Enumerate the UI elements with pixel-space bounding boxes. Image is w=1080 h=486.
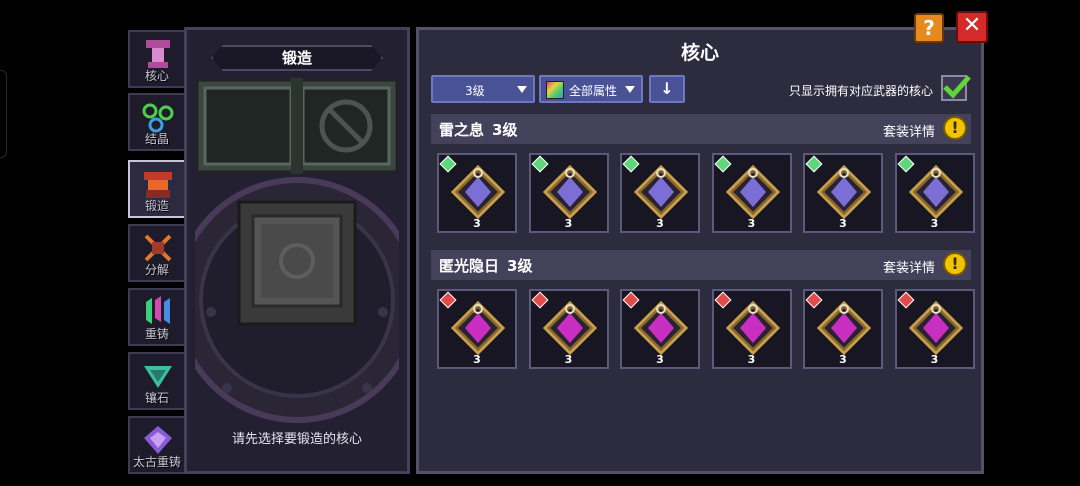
core-item-level: 3 (747, 353, 756, 366)
all-attributes-icon (546, 81, 564, 99)
decompose-tab-icon (144, 234, 172, 262)
core-emblem-icon (908, 164, 963, 220)
core-panel-title: 核心 (680, 42, 719, 64)
owned-weapon-filter-label: 只显示拥有对应武器的核心 (788, 84, 933, 98)
core-item-slot[interactable]: 3 (803, 153, 883, 233)
core-item-level: 3 (473, 217, 481, 230)
core-item-level: 3 (656, 353, 664, 366)
core-item-slot[interactable]: 3 (894, 153, 975, 233)
forge-title: 锻造 (281, 49, 312, 67)
level-filter-dropdown[interactable]: 3级 (431, 75, 535, 103)
owned-weapon-filter-checkbox[interactable] (941, 75, 971, 101)
core-item-slot[interactable]: 3 (620, 153, 700, 233)
recast-tab-icon (146, 296, 170, 324)
core-item-level: 3 (747, 217, 756, 230)
core-item-slot[interactable]: 3 (894, 289, 975, 369)
core-item-level: 3 (656, 217, 664, 230)
sort-order-button[interactable]: ↓ (649, 75, 685, 103)
core-item-level: 3 (839, 217, 847, 230)
core-emblem-icon (908, 300, 963, 356)
tab-label: 锻造 (144, 199, 169, 213)
set-details-link[interactable]: 套装详情 (883, 257, 935, 276)
tab-recast[interactable]: 重铸 (128, 288, 186, 346)
tab-ancient-recast[interactable]: 太古重铸 (128, 416, 186, 474)
chevron-down-icon (517, 86, 527, 93)
set-header-hidden-sun: 匿光隐日 3级 套装详情 ! (431, 250, 971, 280)
set-level: 3级 (507, 257, 533, 275)
exclamation-icon[interactable]: ! (943, 116, 967, 140)
core-item-slot[interactable]: 3 (528, 153, 609, 233)
set-details-link[interactable]: 套装详情 (883, 121, 935, 140)
forge-machine-illustration (195, 78, 399, 423)
close-button[interactable]: ✕ (956, 11, 988, 43)
core-item-level: 3 (473, 353, 481, 366)
core-emblem-icon (542, 300, 597, 356)
forge-tab-icon (144, 172, 172, 198)
core-emblem-icon (450, 164, 506, 220)
core-item-slot[interactable]: 3 (711, 153, 792, 233)
tab-label: 太古重铸 (132, 455, 181, 469)
core-item-level: 3 (930, 353, 939, 366)
set-level: 3级 (492, 121, 518, 139)
core-emblem-icon (542, 164, 597, 220)
tab-forge[interactable]: 锻造 (128, 160, 186, 218)
core-emblem-icon (816, 164, 872, 220)
tab-inlay[interactable]: 镶石 (128, 352, 186, 410)
help-button[interactable]: ? (914, 13, 944, 43)
core-item-level: 3 (564, 353, 573, 366)
inlay-tab-icon (144, 366, 172, 388)
tab-label: 结晶 (144, 132, 169, 146)
core-item-slot[interactable]: 3 (528, 289, 609, 369)
forge-panel: 锻造 请先选择要锻造的核心 (184, 27, 410, 474)
tab-crystal[interactable]: 结晶 (128, 93, 186, 151)
exclamation-icon[interactable]: ! (943, 252, 967, 276)
forge-hint-text: 请先选择要锻造的核心 (231, 432, 362, 447)
core-emblem-icon (725, 164, 780, 220)
screen-edge-handle (0, 70, 7, 158)
core-item-slot[interactable]: 3 (711, 289, 792, 369)
chevron-down-icon (625, 86, 635, 93)
core-item-level: 3 (564, 217, 573, 230)
core-tab-icon (146, 40, 170, 68)
core-emblem-icon (633, 164, 689, 220)
ancient-recast-tab-icon (144, 426, 172, 454)
checkmark-icon (943, 75, 971, 99)
core-emblem-icon (816, 300, 872, 356)
tab-label: 重铸 (144, 327, 169, 341)
core-item-level: 3 (930, 217, 939, 230)
level-filter-value: 3级 (465, 84, 485, 98)
core-emblem-icon (450, 300, 506, 356)
core-emblem-icon (633, 300, 689, 356)
crystal-tab-icon (142, 103, 174, 133)
core-item-slot[interactable]: 3 (437, 153, 517, 233)
set-name: 匿光隐日 (439, 257, 500, 275)
set-name: 雷之息 (439, 121, 485, 139)
core-emblem-icon (725, 300, 780, 356)
tab-label: 核心 (144, 69, 169, 83)
tab-label: 分解 (144, 263, 169, 277)
core-item-slot[interactable]: 3 (437, 289, 517, 369)
set-header-thunder-breath: 雷之息 3级 套装详情 ! (431, 114, 971, 144)
tab-core[interactable]: 核心 (128, 30, 186, 88)
attribute-filter-value: 全部属性 (569, 84, 618, 98)
core-panel: 核心 3级 全部属性 ↓ 只显示拥有对应武器的核心 雷之息 3级 套装详情 ! 匿… (416, 27, 984, 474)
core-item-slot[interactable]: 3 (803, 289, 883, 369)
tab-decompose[interactable]: 分解 (128, 224, 186, 282)
attribute-filter-dropdown[interactable]: 全部属性 (539, 75, 643, 103)
core-item-level: 3 (839, 353, 847, 366)
core-item-slot[interactable]: 3 (620, 289, 700, 369)
tab-label: 镶石 (144, 391, 169, 405)
arrow-down-icon: ↓ (660, 79, 674, 98)
